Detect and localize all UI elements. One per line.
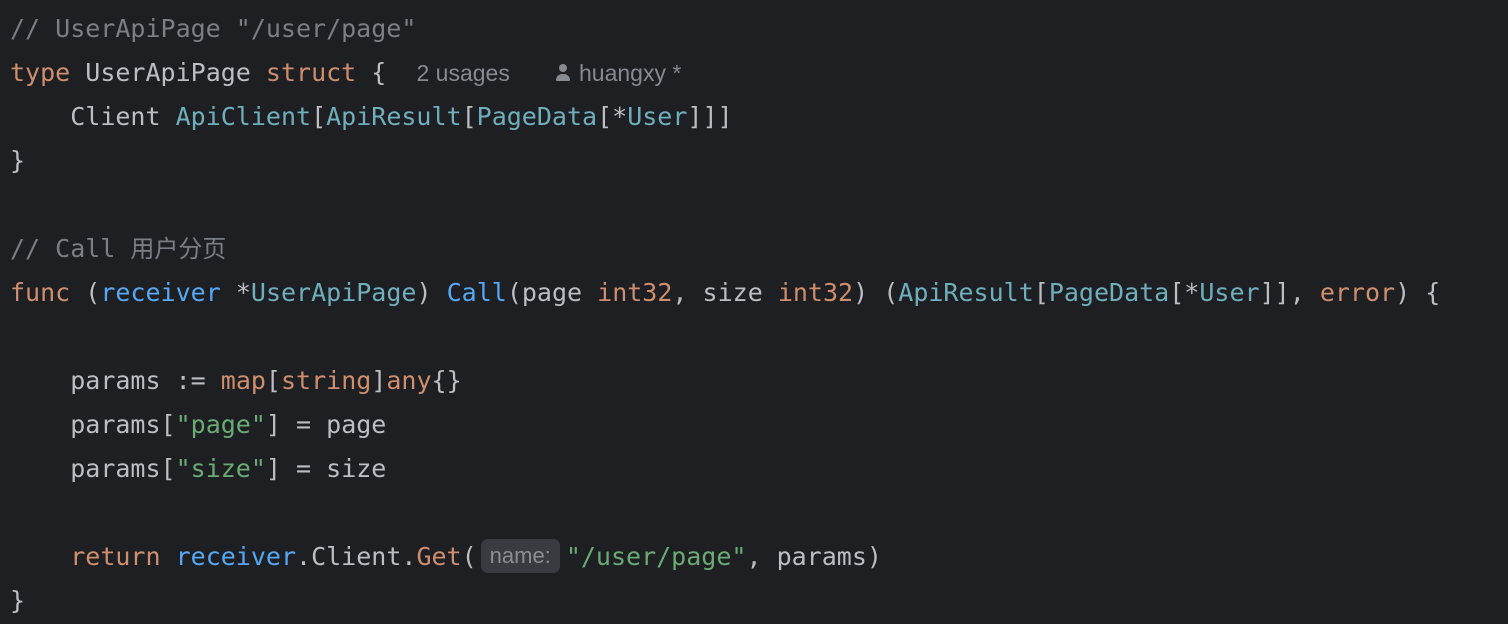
- code-line-3[interactable]: Client ApiClient[ApiResult[PageData[*Use…: [10, 95, 733, 139]
- type-apiclient: ApiClient: [175, 102, 312, 131]
- brace-close: }: [10, 586, 26, 615]
- paren: ): [416, 278, 432, 307]
- method-doc-comment: // Call: [10, 234, 131, 263]
- comma: ,: [746, 542, 762, 571]
- method-get: Get: [416, 542, 462, 571]
- type-user: User: [627, 102, 688, 131]
- brace-close: }: [10, 146, 26, 175]
- usages-inlay[interactable]: 2 usages: [416, 60, 509, 86]
- author-inlay[interactable]: huangxy *: [555, 60, 681, 86]
- code-line-4[interactable]: }: [10, 139, 25, 183]
- comma: ,: [672, 278, 688, 307]
- type-int32: int32: [597, 278, 673, 307]
- bracket: [: [311, 102, 327, 131]
- paren: (: [883, 278, 899, 307]
- code-line-2[interactable]: type UserApiPage struct { 2 usages huang…: [10, 51, 681, 95]
- code-line-7[interactable]: func (receiver *UserApiPage) Call(page i…: [10, 271, 1440, 315]
- bracket: [: [265, 366, 281, 395]
- pointer-star: *: [1184, 278, 1200, 307]
- params-var: params: [776, 542, 867, 571]
- bracket: [: [160, 454, 176, 483]
- type-apiresult: ApiResult: [898, 278, 1034, 307]
- type-user: User: [1199, 278, 1260, 307]
- keyword-type: type: [10, 58, 71, 87]
- string-size: "size": [175, 454, 266, 483]
- code-line-6[interactable]: // Call 用户分页: [10, 227, 226, 271]
- string-page: "page": [175, 410, 266, 439]
- paren: ): [853, 278, 869, 307]
- bracket: [: [160, 410, 176, 439]
- paren: (: [85, 278, 101, 307]
- eq-op: =: [296, 410, 312, 439]
- code-line-11[interactable]: params["size"] = size: [10, 447, 386, 491]
- param-page: page: [521, 278, 583, 307]
- code-line-10[interactable]: params["page"] = page: [10, 403, 386, 447]
- param-size: size: [702, 278, 763, 307]
- brackets-close: ]]]: [687, 102, 733, 131]
- keyword-map: map: [220, 366, 266, 395]
- param-page: page: [326, 410, 387, 439]
- params-var: params: [70, 366, 161, 395]
- struct-name: UserApiPage: [85, 58, 251, 87]
- receiver-type: UserApiPage: [250, 278, 417, 307]
- code-line-1[interactable]: // UserApiPage "/user/page": [10, 7, 416, 51]
- brace-open: {: [1425, 278, 1441, 307]
- user-icon: [555, 63, 571, 83]
- pointer-star: *: [235, 278, 251, 307]
- type-int32: int32: [777, 278, 854, 307]
- paren: (: [506, 278, 522, 307]
- code-editor[interactable]: // UserApiPage "/user/page" type UserApi…: [0, 0, 1508, 624]
- params-var: params: [70, 410, 161, 439]
- keyword-return: return: [70, 542, 161, 571]
- param-size: size: [326, 454, 387, 483]
- eq-op: =: [296, 454, 312, 483]
- method-doc-comment-cjk: 用户分页: [130, 235, 227, 263]
- comma: ,: [1289, 278, 1305, 307]
- type-pagedata: PageData: [476, 102, 598, 131]
- brace-open: {: [371, 58, 387, 87]
- type-pagedata: PageData: [1048, 278, 1170, 307]
- paren: (: [461, 542, 477, 571]
- params-var: params: [70, 454, 161, 483]
- receiver-name: receiver: [175, 542, 297, 571]
- parameter-name-hint: name:: [480, 539, 560, 573]
- bracket: [: [1169, 278, 1185, 307]
- keyword-struct: struct: [265, 58, 357, 87]
- empty-braces: {}: [431, 366, 462, 395]
- struct-doc-comment: // UserApiPage "/user/page": [10, 14, 417, 43]
- pointer-star: *: [612, 102, 628, 131]
- paren: ): [866, 542, 882, 571]
- assign-op: :=: [175, 366, 206, 395]
- author-name: huangxy *: [578, 60, 682, 86]
- code-line-9[interactable]: params := map[string]any{}: [10, 359, 462, 403]
- bracket: ]: [371, 366, 387, 395]
- brackets-close: ]]: [1259, 278, 1290, 307]
- field-client: Client: [311, 542, 402, 571]
- method-name-call: Call: [446, 278, 507, 307]
- paren: ): [1395, 278, 1411, 307]
- code-line-14[interactable]: }: [10, 579, 25, 623]
- bracket: ]: [265, 454, 281, 483]
- bracket: [: [597, 102, 613, 131]
- code-line-13[interactable]: return receiver.Client.Get(name: "/user/p…: [10, 535, 882, 579]
- dot: .: [401, 542, 417, 571]
- field-client-name: Client: [70, 102, 161, 131]
- bracket: [: [461, 102, 477, 131]
- receiver-name: receiver: [100, 278, 221, 307]
- bracket: ]: [265, 410, 281, 439]
- type-string: string: [280, 366, 372, 395]
- keyword-func: func: [10, 278, 71, 307]
- dot: .: [296, 542, 312, 571]
- keyword-any: any: [386, 366, 432, 395]
- bracket: [: [1033, 278, 1049, 307]
- string-user-page: "/user/page": [565, 542, 747, 571]
- type-error: error: [1319, 278, 1396, 307]
- type-apiresult: ApiResult: [326, 102, 462, 131]
